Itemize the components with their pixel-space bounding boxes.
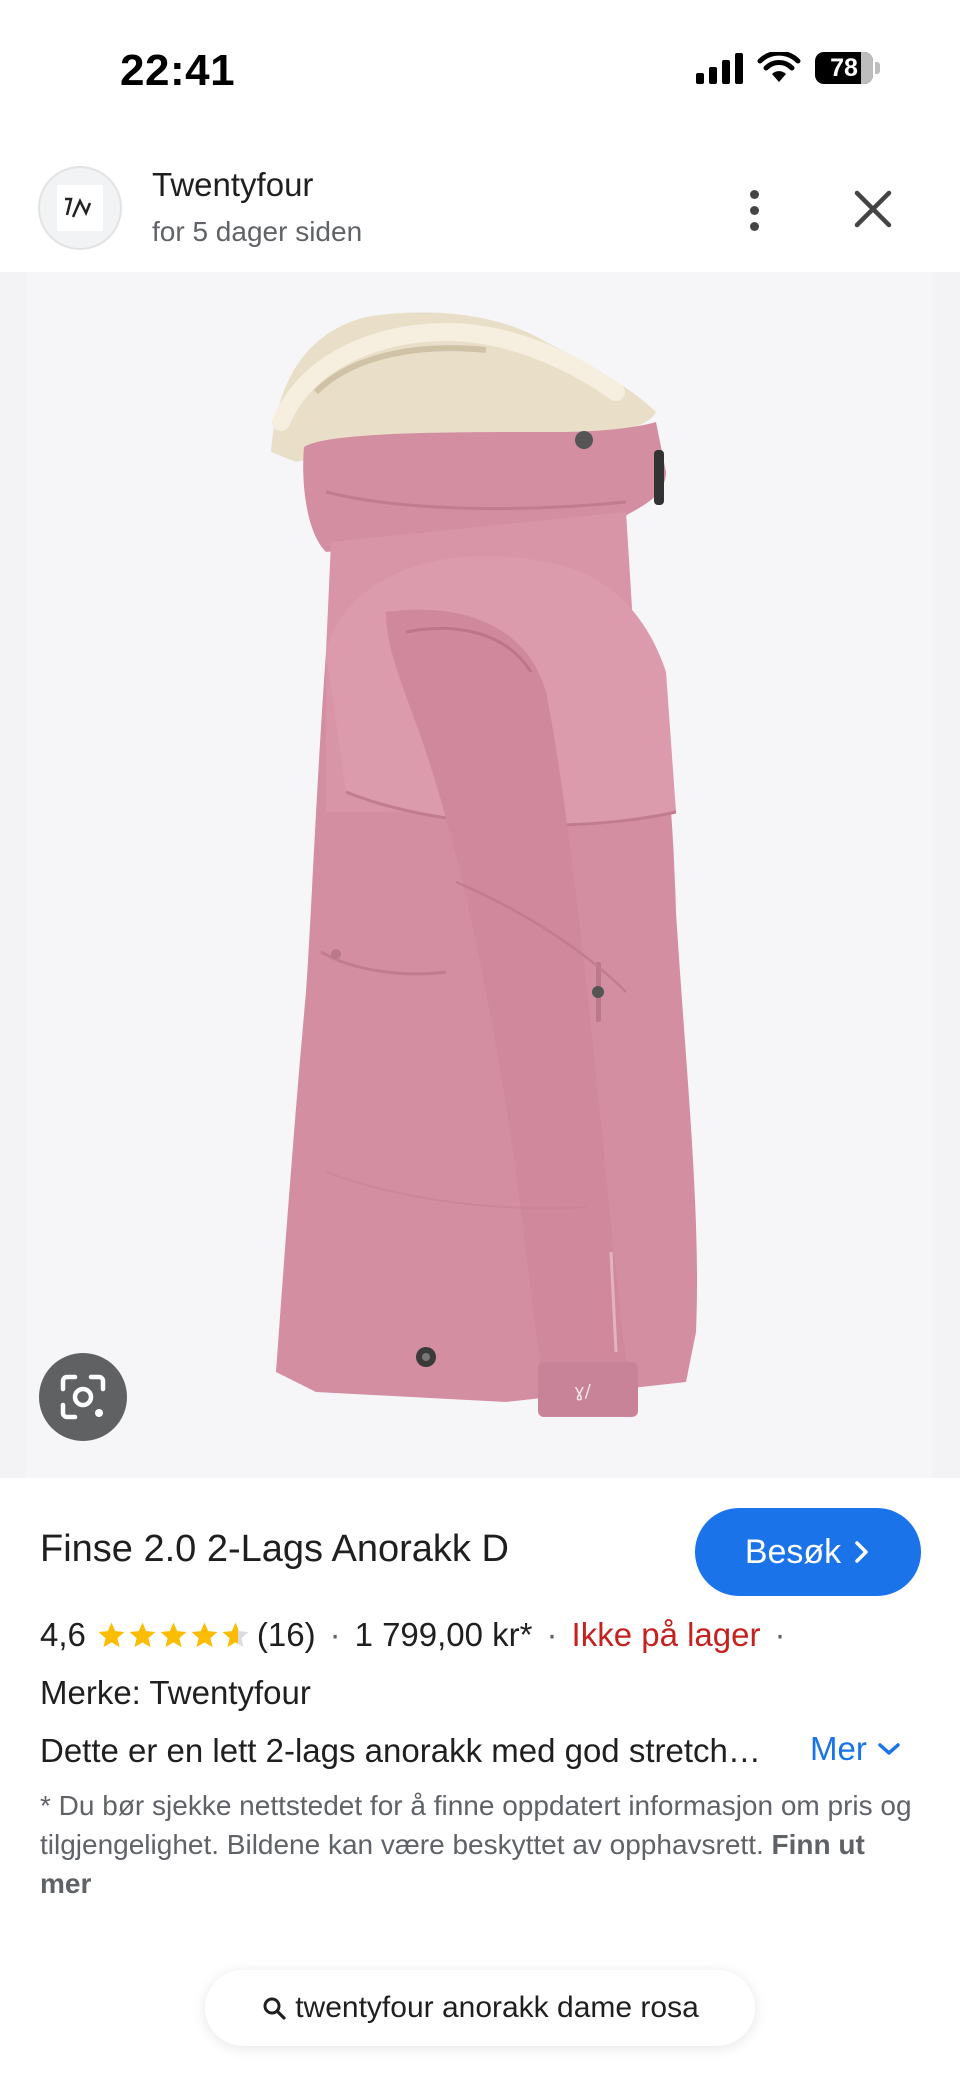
close-icon[interactable] bbox=[844, 180, 902, 238]
product-image[interactable]: ɣ/ bbox=[0, 272, 960, 1478]
product-title[interactable]: Finse 2.0 2-Lags Anorakk D bbox=[40, 1528, 509, 1571]
more-label: Mer bbox=[810, 1730, 867, 1767]
rating-row: 4,6 (16) · 1 799,00 kr* · Ikke på lager … bbox=[40, 1616, 786, 1654]
pink-anorak-image: ɣ/ bbox=[271, 312, 697, 1417]
status-icons: 78 bbox=[696, 52, 880, 84]
search-icon bbox=[263, 1997, 286, 2020]
source-header: Twentyfour for 5 dager siden bbox=[0, 150, 960, 270]
star-icon bbox=[129, 1622, 156, 1647]
wifi-icon bbox=[757, 52, 801, 82]
svg-text:ɣ/: ɣ/ bbox=[574, 1381, 592, 1402]
star-rating bbox=[96, 1620, 251, 1651]
review-count[interactable]: (16) bbox=[257, 1616, 316, 1654]
price: 1 799,00 kr* bbox=[354, 1616, 533, 1653]
lens-icon[interactable] bbox=[39, 1353, 127, 1441]
disclaimer: * Du bør sjekke nettstedet for å finne o… bbox=[40, 1786, 920, 1903]
source-avatar[interactable] bbox=[38, 166, 122, 250]
chevron-right-icon bbox=[855, 1541, 868, 1563]
battery-level: 78 bbox=[830, 53, 858, 82]
battery-icon: 78 bbox=[815, 52, 880, 84]
star-icon bbox=[191, 1622, 218, 1647]
chevron-down-icon bbox=[878, 1743, 900, 1755]
star-half-icon bbox=[222, 1622, 249, 1647]
brand-text: Merke: Twentyfour bbox=[40, 1674, 311, 1711]
source-name[interactable]: Twentyfour bbox=[152, 166, 313, 204]
status-bar: 22:41 78 bbox=[0, 0, 960, 140]
star-icon bbox=[98, 1622, 125, 1647]
rating-value: 4,6 bbox=[40, 1616, 86, 1653]
visit-label: Besøk bbox=[744, 1532, 842, 1571]
product-description: Dette er en lett 2-lags anorakk med god … bbox=[40, 1732, 761, 1769]
search-query-chip[interactable]: twentyfour anorakk dame rosa bbox=[205, 1970, 755, 2046]
search-query-text: twentyfour anorakk dame rosa bbox=[295, 1991, 699, 2024]
more-vert-icon[interactable] bbox=[730, 180, 778, 240]
status-time: 22:41 bbox=[120, 46, 236, 95]
visit-button[interactable]: Besøk bbox=[695, 1508, 921, 1596]
stock-status: Ikke på lager bbox=[571, 1616, 761, 1653]
more-button[interactable]: Mer bbox=[810, 1730, 901, 1768]
twentyfour-logo-icon bbox=[57, 185, 103, 231]
source-time: for 5 dager siden bbox=[152, 216, 363, 247]
signal-icon bbox=[696, 52, 743, 84]
star-icon bbox=[160, 1622, 187, 1647]
